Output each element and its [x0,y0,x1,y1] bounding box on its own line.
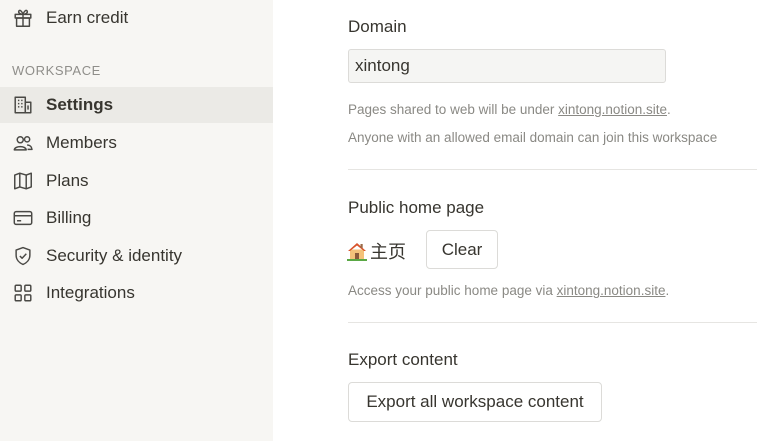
public-home-help-suffix: . [665,283,670,298]
sidebar-item-label: Security & identity [46,246,183,265]
public-home-page-title: 主页 [370,242,406,262]
public-home-heading: Public home page [348,198,485,217]
public-home-page-link[interactable]: 主页 [347,238,406,264]
sidebar: Earn credit WORKSPACE Settings Members P… [0,0,273,441]
domain-help-prefix: Pages shared to web will be under [348,102,559,117]
people-icon [11,131,35,155]
sidebar-item-members[interactable]: Members [0,125,273,161]
export-all-button[interactable]: Export all workspace content [348,382,602,422]
settings-window: Earn credit WORKSPACE Settings Members P… [0,0,757,441]
house-emoji-icon [347,243,367,261]
workspace-section-label: WORKSPACE [12,63,101,78]
sidebar-item-integrations[interactable]: Integrations [0,275,273,311]
map-icon [11,169,35,193]
email-domain-join-text: Anyone with an allowed email domain can … [348,130,718,145]
shield-icon [11,244,35,268]
domain-help-suffix: . [666,102,671,117]
public-home-help-prefix: Access your public home page via [348,283,557,298]
sidebar-item-label: Earn credit [46,8,129,27]
public-home-site-link[interactable]: xintong.notion.site [557,283,666,298]
divider [348,322,757,323]
gift-icon [11,6,35,30]
sidebar-item-label: Billing [46,208,92,227]
export-heading: Export content [348,350,458,369]
domain-heading: Domain [348,17,407,36]
building-icon [11,93,35,117]
grid-icon [11,281,35,305]
domain-site-link[interactable]: xintong.notion.site [558,102,667,117]
clear-button[interactable]: Clear [426,230,498,269]
credit-card-icon [11,206,35,230]
sidebar-item-security[interactable]: Security & identity [0,238,273,274]
sidebar-item-label: Integrations [46,283,135,302]
domain-help-text: Pages shared to web will be under xinton… [348,102,671,117]
domain-input[interactable] [348,49,666,83]
sidebar-item-plans[interactable]: Plans [0,163,273,199]
settings-content: Domain Pages shared to web will be under… [273,0,757,441]
sidebar-item-settings[interactable]: Settings [0,87,273,123]
sidebar-item-label: Plans [46,171,89,190]
sidebar-item-label: Settings [46,95,114,114]
public-home-help-text: Access your public home page via xintong… [348,283,669,298]
sidebar-item-billing[interactable]: Billing [0,200,273,236]
sidebar-item-label: Members [46,133,117,152]
sidebar-item-earn-credit[interactable]: Earn credit [0,0,273,36]
divider [348,169,757,170]
